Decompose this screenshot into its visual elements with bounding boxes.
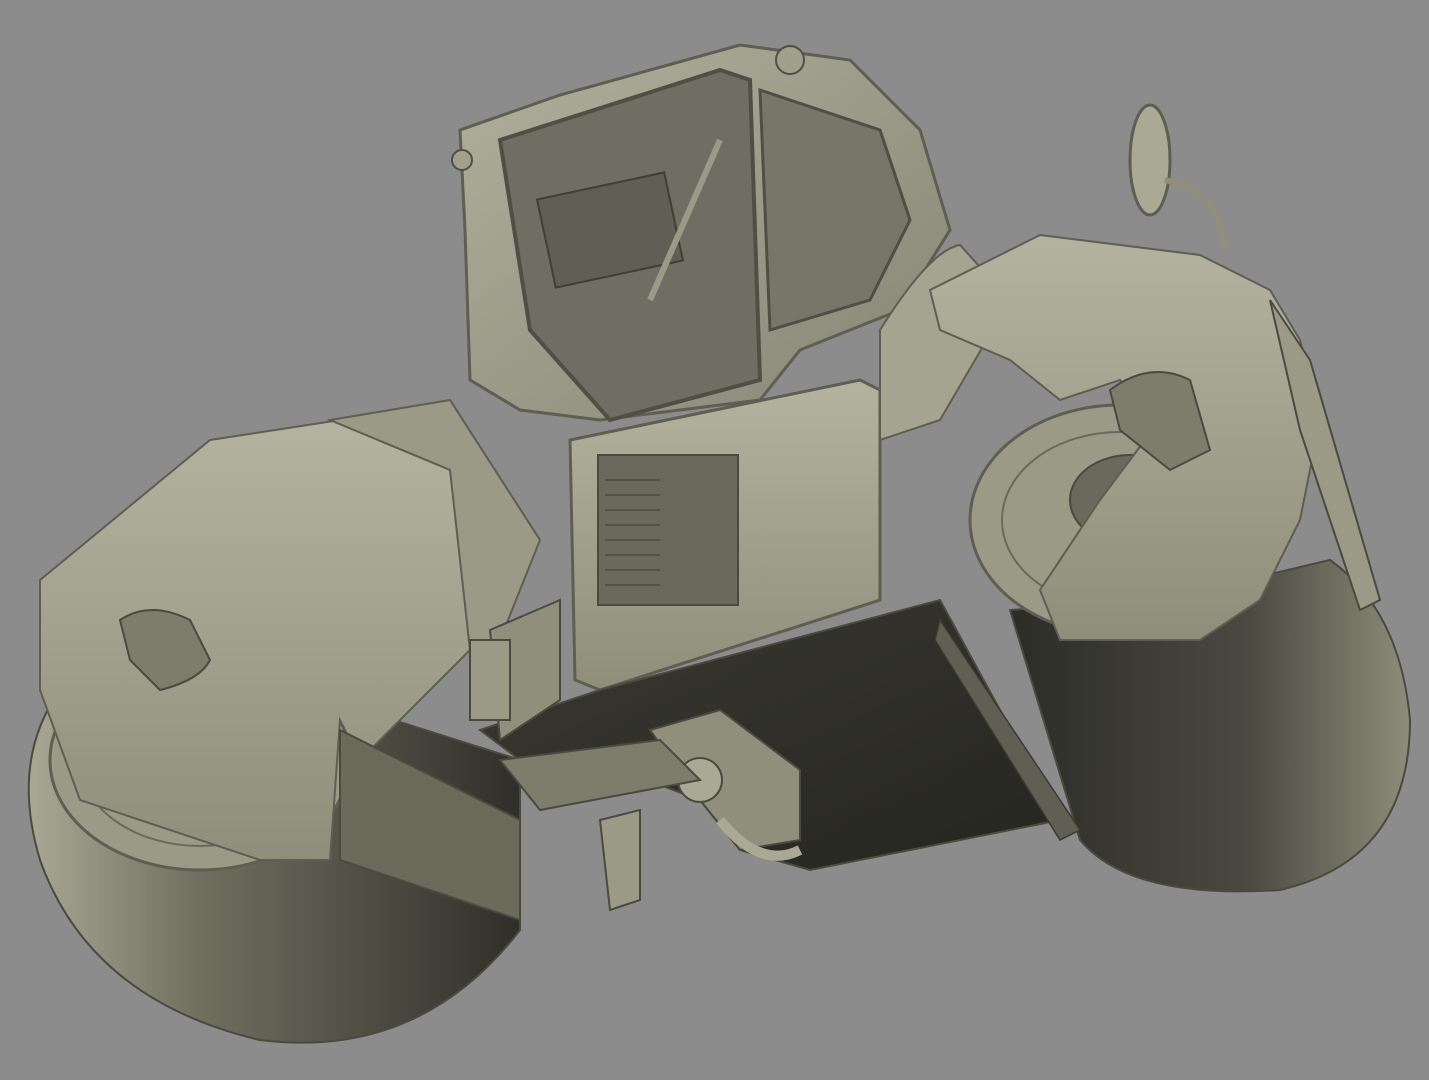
render-viewport [0, 0, 1429, 1080]
operator-cab [451, 43, 952, 423]
side-mirror [1128, 103, 1228, 251]
roller-render [27, 43, 1412, 1044]
